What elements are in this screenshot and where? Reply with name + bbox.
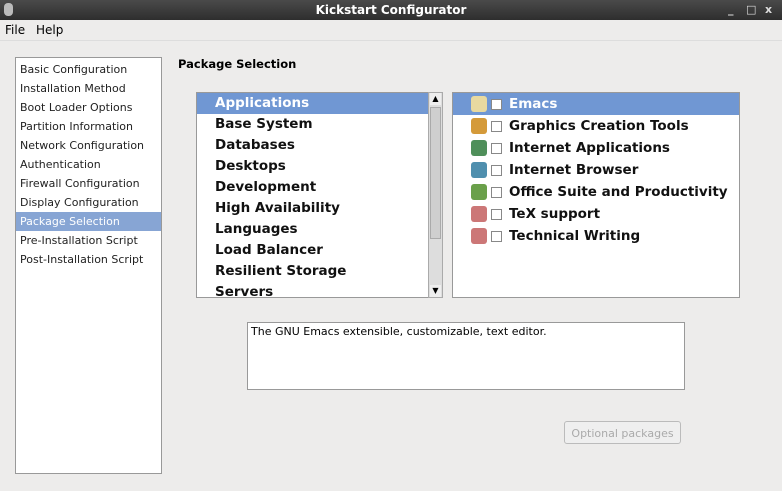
package-item[interactable]: Internet Applications xyxy=(453,137,739,159)
package-item[interactable]: Office Suite and Productivity xyxy=(453,181,739,203)
sidebar-item[interactable]: Installation Method xyxy=(16,79,161,98)
package-checkbox[interactable] xyxy=(491,120,502,132)
package-label: Internet Applications xyxy=(509,140,670,156)
group-item[interactable]: Resilient Storage xyxy=(197,261,428,282)
group-list-scrollbar[interactable]: ▲ ▼ xyxy=(428,92,443,298)
scroll-thumb[interactable] xyxy=(430,107,441,239)
menu-bar: File Help xyxy=(0,20,782,41)
title-bar: Kickstart Configurator _ □ x xyxy=(0,0,782,20)
sidebar-item[interactable]: Post-Installation Script xyxy=(16,250,161,269)
package-label: Technical Writing xyxy=(509,228,641,244)
maximize-button[interactable]: □ xyxy=(746,0,756,20)
group-item[interactable]: Databases xyxy=(197,135,428,156)
group-list: Applications Base System Databases Desktops… xyxy=(196,92,429,298)
package-checkbox[interactable] xyxy=(491,98,502,110)
optional-packages-button[interactable]: Optional packages xyxy=(564,421,681,444)
group-item[interactable]: Development xyxy=(197,177,428,198)
close-button[interactable]: x xyxy=(765,0,772,20)
scroll-up-arrow-icon[interactable]: ▲ xyxy=(430,93,441,105)
paint-icon xyxy=(471,118,487,134)
sidebar-item[interactable]: Basic Configuration xyxy=(16,60,161,79)
group-item[interactable]: Languages xyxy=(197,219,428,240)
package-item[interactable]: Internet Browser xyxy=(453,159,739,181)
window-title: Kickstart Configurator xyxy=(315,3,467,17)
package-label: Emacs xyxy=(509,96,558,112)
sidebar-item[interactable]: Network Configuration xyxy=(16,136,161,155)
package-checkbox[interactable] xyxy=(491,186,502,198)
scroll-down-arrow-icon[interactable]: ▼ xyxy=(430,285,441,297)
package-item[interactable]: Graphics Creation Tools xyxy=(453,115,739,137)
package-item[interactable]: Technical Writing xyxy=(453,225,739,247)
sidebar-item[interactable]: Package Selection xyxy=(16,212,161,231)
group-item[interactable]: High Availability xyxy=(197,198,428,219)
menu-file[interactable]: File xyxy=(5,23,25,37)
sidebar-item[interactable]: Pre-Installation Script xyxy=(16,231,161,250)
globe-icon xyxy=(471,162,487,178)
package-checkbox[interactable] xyxy=(491,164,502,176)
group-item[interactable]: Applications xyxy=(197,93,428,114)
book-icon xyxy=(471,228,487,244)
package-label: Office Suite and Productivity xyxy=(509,184,728,200)
sidebar-item[interactable]: Boot Loader Options xyxy=(16,98,161,117)
book-icon xyxy=(471,206,487,222)
sidebar-nav: Basic Configuration Installation Method Bo… xyxy=(15,57,162,474)
sidebar-item[interactable]: Display Configuration xyxy=(16,193,161,212)
package-label: TeX support xyxy=(509,206,601,222)
app-icon xyxy=(4,3,13,16)
group-item[interactable]: Servers xyxy=(197,282,428,297)
minimize-button[interactable]: _ xyxy=(728,0,734,20)
sidebar-item[interactable]: Partition Information xyxy=(16,117,161,136)
package-label: Internet Browser xyxy=(509,162,639,178)
globe-icon xyxy=(471,140,487,156)
package-checkbox[interactable] xyxy=(491,230,502,242)
office-icon xyxy=(471,184,487,200)
package-item[interactable]: TeX support xyxy=(453,203,739,225)
group-item[interactable]: Desktops xyxy=(197,156,428,177)
package-item[interactable]: Emacs xyxy=(453,93,739,115)
group-item[interactable]: Base System xyxy=(197,114,428,135)
group-item[interactable]: Load Balancer xyxy=(197,240,428,261)
editor-icon xyxy=(471,96,487,112)
package-checkbox[interactable] xyxy=(491,208,502,220)
menu-help[interactable]: Help xyxy=(36,23,63,37)
sidebar-item[interactable]: Authentication xyxy=(16,155,161,174)
package-list: Emacs Graphics Creation Tools Internet App… xyxy=(452,92,740,298)
sidebar-item[interactable]: Firewall Configuration xyxy=(16,174,161,193)
page-title: Package Selection xyxy=(178,57,297,71)
package-checkbox[interactable] xyxy=(491,142,502,154)
package-label: Graphics Creation Tools xyxy=(509,118,689,134)
package-description: The GNU Emacs extensible, customizable, … xyxy=(247,322,685,390)
